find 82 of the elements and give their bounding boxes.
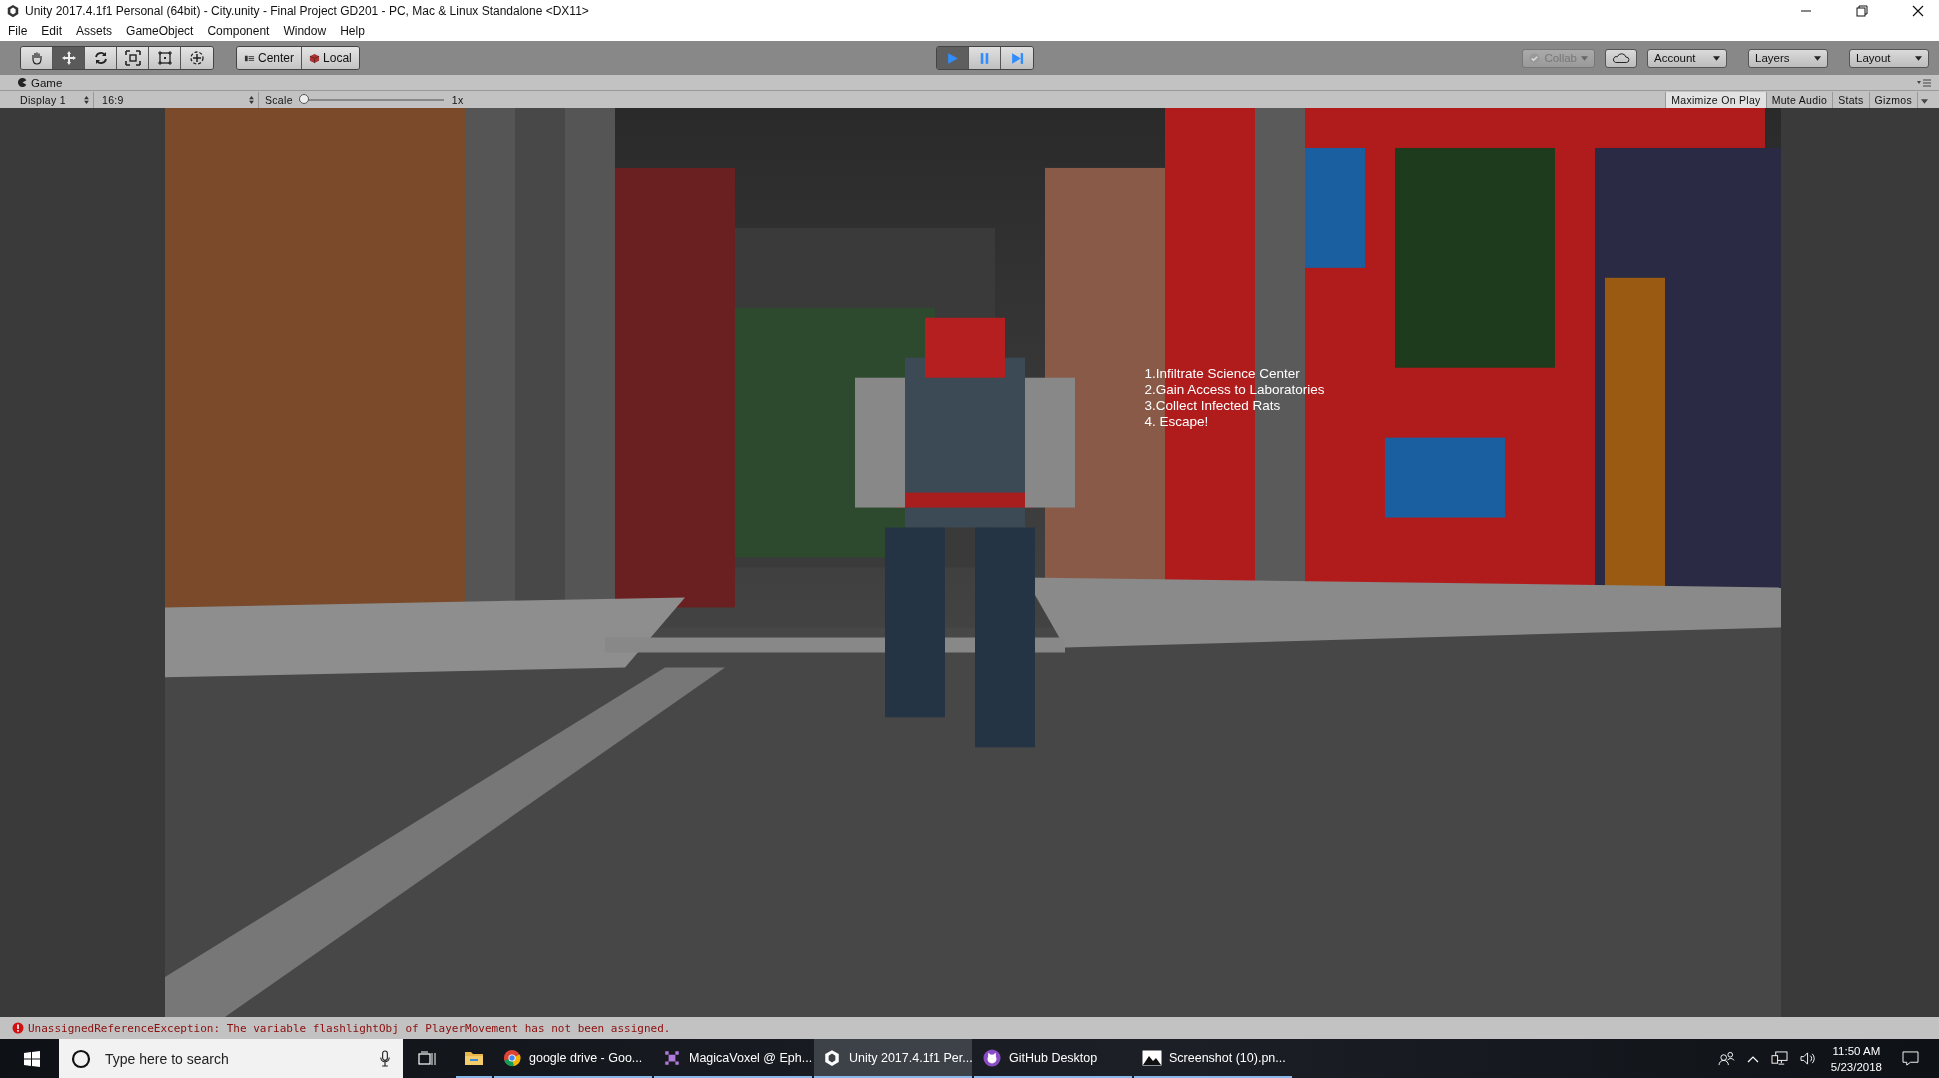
cube-logo-icon [822,1048,842,1067]
toolbar-dropdown[interactable]: Layout [1849,48,1929,68]
hand-tool-button[interactable] [21,47,53,69]
move-arrows-icon [60,50,77,66]
scale-tool-button[interactable] [117,47,149,69]
game-view-toggle[interactable]: Maximize On Play [1665,91,1766,108]
toolbar-dropdown[interactable]: Account [1647,48,1727,68]
taskbar-app[interactable]: Screenshot (10).pn... [1134,1039,1292,1078]
restore-icon[interactable] [1856,4,1868,17]
move-tool-button[interactable] [53,47,85,69]
clock-time[interactable]: 11:50 AM [1832,1042,1881,1059]
menu-item[interactable]: File [8,24,28,38]
taskbar-app[interactable]: google drive - Goo... [494,1039,652,1078]
menu-item[interactable]: Component [207,24,270,38]
rotate-icon [92,50,109,66]
check-icon [1529,52,1541,64]
taskbar-app[interactable]: GitHub Desktop [974,1039,1132,1078]
game-view-toggle[interactable]: Stats [1832,91,1869,108]
pause-button[interactable] [969,47,1002,69]
menu-item[interactable]: Edit [41,24,63,38]
window-title: Unity 2017.4.1f1 Personal (64bit) - City.unity - Final Project GD201 - PC, Mac & Linux Standalone <DX11> [25,3,589,18]
objective-text: 4. Escape! [1144,414,1210,430]
cloud-button[interactable] [1605,48,1637,68]
caret-icon [1713,55,1720,61]
local-pivot-button[interactable]: Local [302,47,359,69]
cortana-circle-icon [71,1048,91,1069]
game-tab[interactable]: Game [18,76,63,89]
gizmos-dropdown[interactable] [1917,91,1931,108]
caret-icon [1581,55,1588,61]
play-icon [945,50,961,66]
scale-icon [124,50,141,66]
taskbar-app[interactable]: MagicaVoxel @ Eph... [654,1039,812,1078]
rotate-tool-button[interactable] [85,47,117,69]
display-dropdown[interactable]: Display 1 [16,91,94,108]
objective-text: 1.Infiltrate Science Center [1144,366,1301,382]
clock-date[interactable]: 5/23/2018 [1830,1058,1882,1075]
notification-icon[interactable] [1902,1051,1919,1066]
objective-text: 3.Collect Infected Rats [1144,398,1282,414]
windows-start-icon[interactable] [24,1050,40,1067]
step-icon [1009,50,1025,66]
panel-menu-icon[interactable] [1917,78,1931,87]
menu-item[interactable]: GameObject [126,24,194,38]
rect-tool-icon [156,50,173,66]
play-button[interactable] [937,47,970,69]
scale-slider-thumb[interactable] [298,93,309,104]
people-icon[interactable] [1717,1051,1735,1066]
chevron-up-icon[interactable] [1746,1054,1759,1063]
browser-icon [502,1048,522,1067]
center-pivot-button[interactable]: Center [237,47,303,69]
menu-item[interactable]: Assets [76,24,113,38]
caret-icon [1915,55,1922,61]
game-view-toggle[interactable]: Mute Audio [1765,91,1833,108]
volume-icon[interactable] [1799,1051,1817,1066]
up-down-arrows-icon [249,95,254,104]
cube-icon [309,52,321,64]
up-down-arrows-icon [84,95,89,104]
scale-reading: 1x [451,93,464,106]
error-icon [12,1022,24,1034]
scale-label: Scale [265,93,293,106]
voxel-icon [662,1048,682,1067]
transform-tool-button[interactable] [181,47,213,69]
caret-icon [1814,55,1821,61]
taskbar-search-field[interactable]: Type here to search [59,1039,403,1078]
toolbar-dropdown[interactable]: Layers [1748,48,1828,68]
game-view-toggle[interactable]: Gizmos [1868,91,1917,108]
close-icon[interactable] [1912,4,1924,17]
step-button[interactable] [1001,47,1034,69]
caret-icon [1921,98,1928,104]
microphone-icon[interactable] [379,1050,391,1067]
aspect-dropdown[interactable]: 16:9 [94,91,259,108]
cloud-icon [1612,52,1630,64]
image-icon [1142,1048,1162,1067]
cat-logo-icon [982,1048,1002,1067]
objective-text: 2.Gain Access to Laboratories [1144,382,1325,398]
menu-item[interactable]: Help [340,24,365,38]
network-icon[interactable] [1770,1051,1788,1066]
search-input[interactable]: Type here to search [103,1049,379,1068]
menu-item[interactable]: Window [283,24,327,38]
taskbar-app[interactable]: Unity 2017.4.1f1 Per... [814,1039,972,1078]
task-view-icon[interactable] [418,1050,436,1067]
rect-tool-button[interactable] [149,47,181,69]
transform-icon [189,50,205,66]
